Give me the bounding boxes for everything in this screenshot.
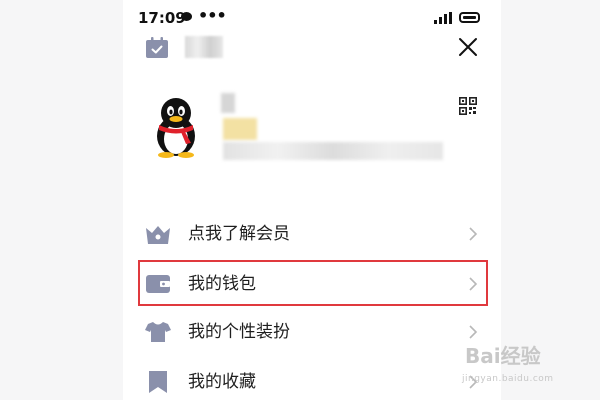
watermark-text: Bai经验 — [465, 344, 541, 368]
status-time: 17:09 — [138, 9, 186, 27]
blurred-nickname — [185, 36, 223, 58]
blurred-vip-badge — [223, 118, 257, 140]
menu-item-label: 我的收藏 — [188, 372, 256, 392]
highlight-box — [138, 260, 488, 306]
tshirt-icon — [145, 322, 171, 342]
menu-item-membership[interactable]: 点我了解会员 — [123, 210, 501, 258]
menu-item-label: 点我了解会员 — [188, 224, 290, 244]
battery-icon — [459, 12, 480, 23]
chevron-right-icon — [469, 325, 478, 339]
crown-icon — [146, 226, 170, 244]
menu-item-favorites[interactable]: 我的收藏 — [123, 358, 501, 400]
watermark-subtext: jingyan.baidu.com — [462, 374, 554, 384]
chevron-right-icon — [469, 227, 478, 241]
qr-code-icon[interactable] — [459, 97, 477, 115]
blurred-signature — [223, 142, 443, 160]
blurred-profile-info — [221, 93, 235, 113]
bookmark-icon — [149, 371, 167, 393]
avatar[interactable] — [151, 98, 201, 158]
message-notification-icon — [181, 12, 192, 21]
status-bar: 17:09 ••• — [123, 0, 501, 34]
signal-icon — [434, 12, 454, 24]
more-notifications-icon: ••• — [198, 6, 227, 25]
menu-item-personalization[interactable]: 我的个性装扮 — [123, 308, 501, 356]
phone-screen: 17:09 ••• 点我了解会员 我的钱包 我的个性装扮 我的收藏 — [123, 0, 501, 400]
calendar-checkin-icon[interactable] — [145, 37, 169, 59]
close-icon[interactable] — [458, 37, 478, 57]
menu-item-label: 我的个性装扮 — [188, 322, 290, 342]
